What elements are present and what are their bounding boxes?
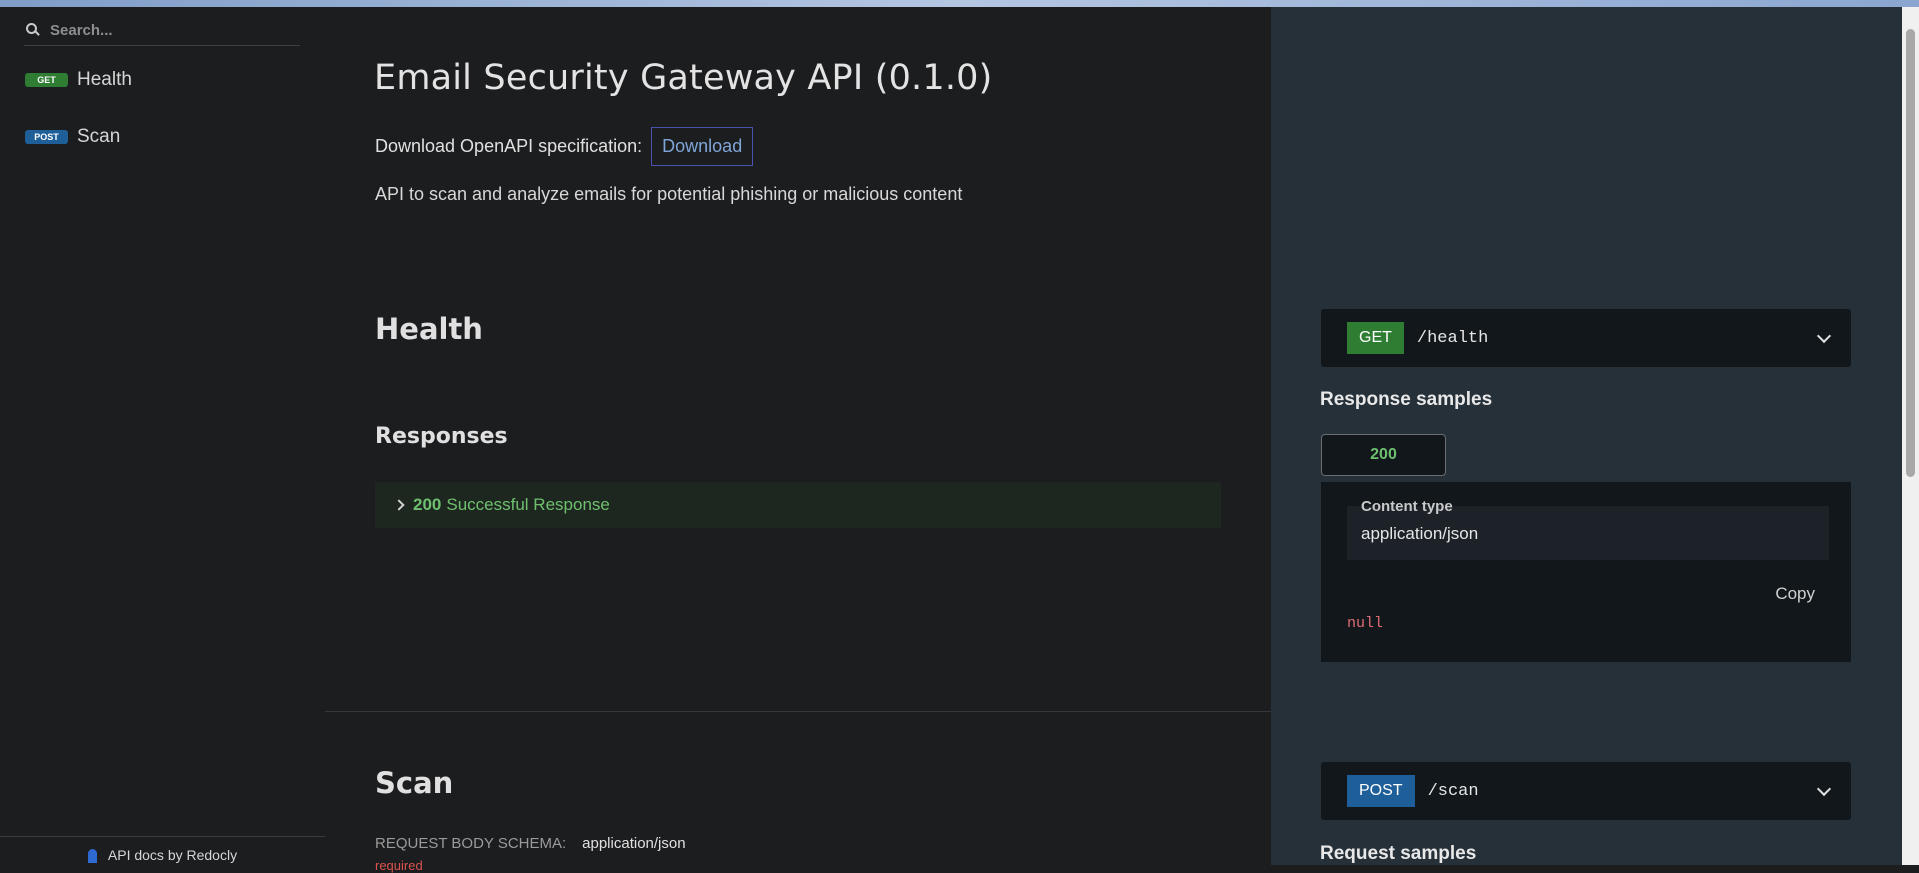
sidebar-item-scan[interactable]: POST Scan [25, 126, 120, 148]
health-endpoint-toggle[interactable]: GET /health [1321, 309, 1851, 367]
search-icon [24, 21, 42, 39]
request-body-type: application/json [582, 835, 686, 852]
download-prefix: Download OpenAPI specification: [375, 136, 643, 156]
post-method-badge: POST [25, 130, 68, 144]
api-description: API to scan and analyze emails for poten… [375, 184, 963, 204]
chevron-down-icon [1816, 781, 1832, 797]
health-heading: Health [375, 312, 483, 346]
response-200-row[interactable]: 200 Successful Response [375, 482, 1221, 528]
sidebar: GET Health POST Scan API docs by Redocly [0, 7, 325, 865]
sidebar-item-label: Scan [77, 126, 121, 147]
scan-heading: Scan [375, 766, 454, 800]
response-samples-title: Response samples [1320, 389, 1493, 410]
responses-heading: Responses [375, 424, 508, 449]
get-method-badge: GET [25, 73, 68, 87]
request-body-schema: REQUEST BODY SCHEMA: application/json [375, 835, 686, 852]
tab-status-200[interactable]: 200 [1321, 434, 1446, 476]
chevron-right-icon [393, 499, 405, 511]
window-top-strip [0, 0, 1919, 7]
endpoint-path: /scan [1427, 781, 1479, 801]
scan-endpoint-toggle[interactable]: POST /scan [1321, 762, 1851, 820]
footer-text: API docs by Redocly [107, 846, 238, 863]
download-row: Download OpenAPI specification: Download [375, 127, 754, 166]
redocly-footer-link[interactable]: API docs by Redocly [0, 836, 325, 872]
response-text: Successful Response [446, 495, 610, 514]
copy-button[interactable]: Copy [1775, 584, 1815, 604]
download-button[interactable]: Download [651, 127, 754, 166]
response-code: 200 [413, 495, 442, 514]
sample-value: null [1347, 615, 1384, 632]
page-title: Email Security Gateway API (0.1.0) [374, 58, 993, 98]
sidebar-item-health[interactable]: GET Health [25, 69, 132, 91]
request-body-label: REQUEST BODY SCHEMA: [375, 835, 567, 852]
redocly-logo-icon [87, 847, 100, 863]
content-type-value: application/json [1361, 524, 1479, 543]
sidebar-item-label: Health [77, 69, 132, 90]
scrollbar-thumb[interactable] [1906, 29, 1915, 477]
request-samples-title: Request samples [1320, 843, 1477, 864]
search-input[interactable] [50, 21, 280, 39]
endpoint-path: /health [1416, 328, 1489, 348]
get-method-badge: GET [1347, 322, 1404, 354]
scrollbar[interactable] [1902, 7, 1919, 865]
post-method-badge: POST [1347, 775, 1415, 807]
content-type-label: Content type [1361, 498, 1453, 515]
search-bar [24, 15, 300, 46]
response-sample-box: Content type application/json Copy null [1321, 482, 1851, 662]
section-divider [325, 711, 1271, 712]
required-label: required [375, 858, 423, 873]
content-type-select[interactable]: Content type application/json [1347, 498, 1829, 560]
chevron-down-icon [1816, 328, 1832, 344]
